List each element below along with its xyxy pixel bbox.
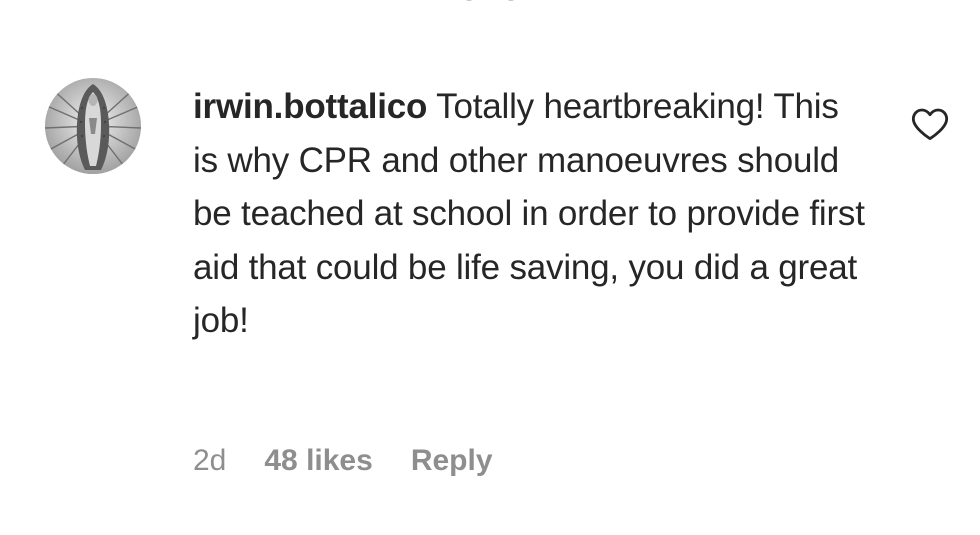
comment-body: irwin.bottalico Totally heartbreaking! T…	[193, 80, 873, 348]
comment-timestamp[interactable]: 2d	[193, 444, 226, 478]
previous-item-fragment	[462, 0, 518, 4]
comment-meta: 2d 48 likes Reply	[193, 444, 493, 478]
reply-button[interactable]: Reply	[411, 444, 493, 478]
comment-username[interactable]: irwin.bottalico	[193, 87, 427, 126]
avatar[interactable]	[45, 78, 141, 174]
comment-likes-count[interactable]: 48 likes	[264, 444, 372, 478]
heart-outline-icon[interactable]	[910, 104, 950, 144]
